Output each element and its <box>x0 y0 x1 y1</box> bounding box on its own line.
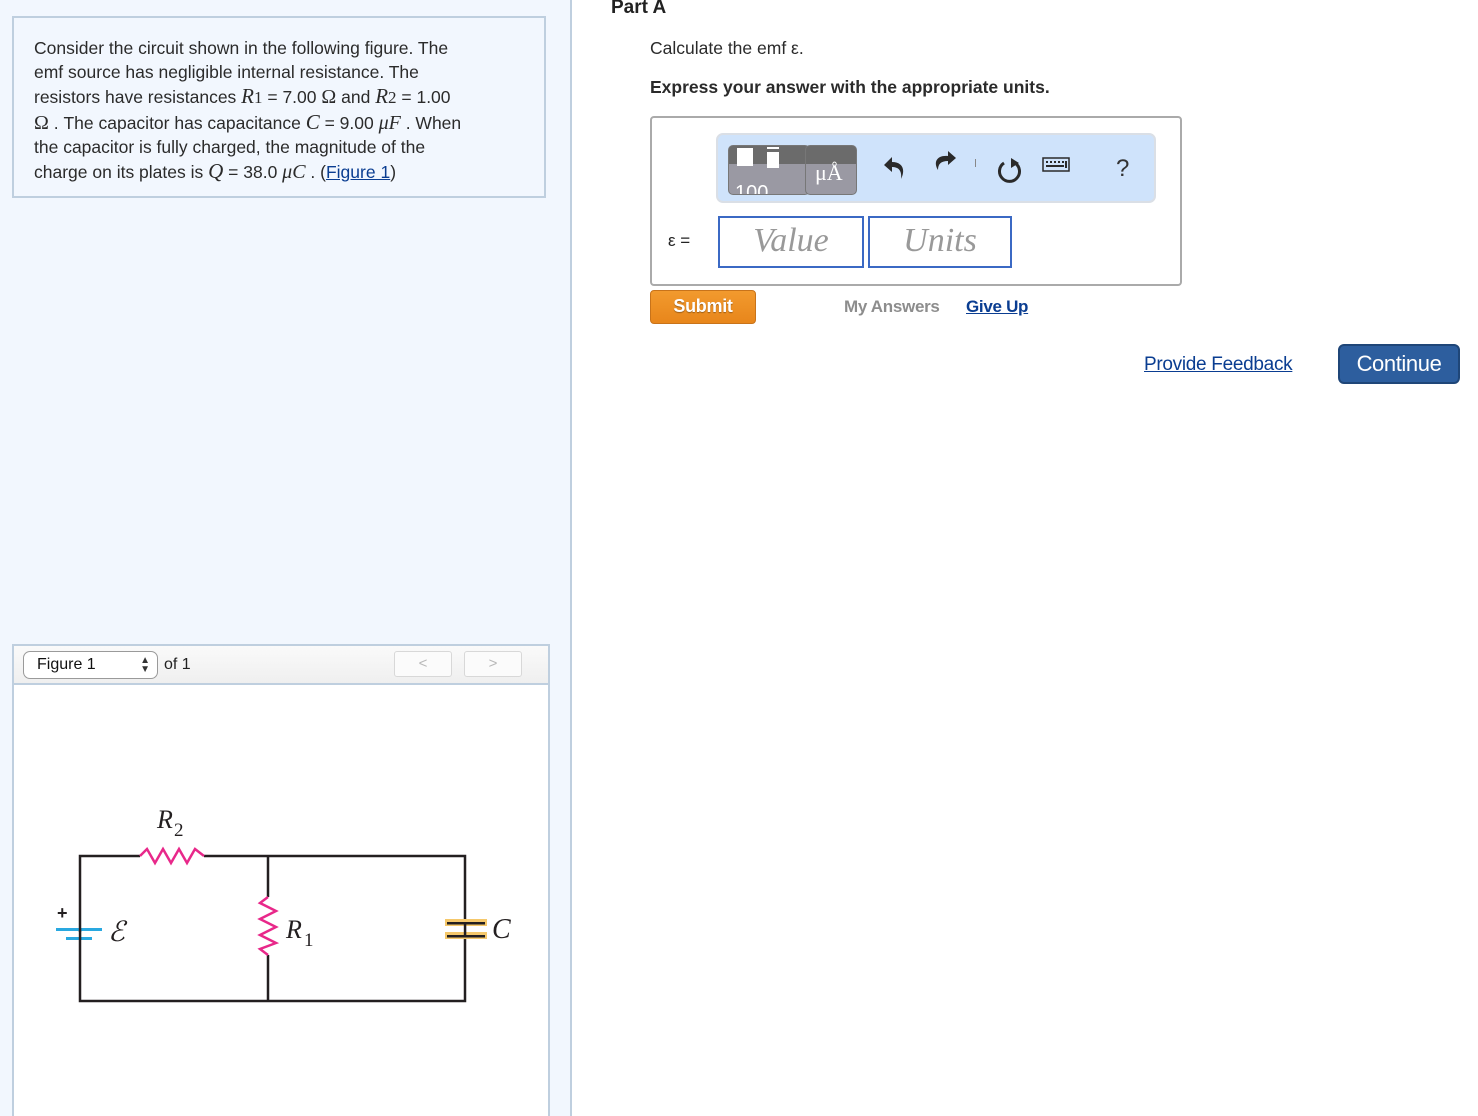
r2-label: R <box>156 805 173 834</box>
select-arrows-icon: ▲ ▼ <box>140 655 150 675</box>
figure-select[interactable]: Figure 1 ▲ ▼ <box>23 651 158 679</box>
give-up-link[interactable]: Give Up <box>966 297 1028 317</box>
r1-subscript: 1 <box>304 930 314 951</box>
ohm-symbol: Ω <box>321 86 337 108</box>
figure-link[interactable]: Figure 1 <box>326 162 390 182</box>
r1-label: R <box>285 915 302 944</box>
battery-emf <box>56 928 102 940</box>
help-icon[interactable]: ? <box>1116 155 1129 183</box>
question-prompt: Calculate the emf ε. <box>650 38 804 58</box>
redo-icon[interactable] <box>932 149 958 173</box>
math-toolbar: 100 μÅ ? <box>716 133 1156 203</box>
problem-line-6: charge on its plates is Q = 38.0 μC . (F… <box>34 159 397 183</box>
wire-top-mid <box>204 854 467 923</box>
templates-button[interactable]: 100 <box>728 145 810 195</box>
value-input[interactable]: Value <box>718 216 864 268</box>
emf-label: ℰ <box>108 917 128 948</box>
plus-label: + <box>57 903 68 923</box>
problem-panel: Consider the circuit shown in the follow… <box>0 0 572 1116</box>
r2-symbol: R <box>375 84 389 108</box>
reset-icon[interactable] <box>996 157 1024 185</box>
problem-line-1: Consider the circuit shown in the follow… <box>34 38 449 58</box>
figure-count: of 1 <box>164 656 191 673</box>
problem-line-4: Ω . The capacitor has capacitance C = 9.… <box>34 110 462 134</box>
problem-statement: Consider the circuit shown in the follow… <box>12 16 546 198</box>
resistor-r1 <box>257 896 280 956</box>
q-symbol: Q <box>208 159 224 183</box>
capacitor <box>445 919 487 939</box>
figure-viewer: Figure 1 ▲ ▼ of 1 < > + ℰ R 2 R 1 C <box>12 644 550 1116</box>
variable-label: ε = <box>668 231 691 250</box>
provide-feedback-link[interactable]: Provide Feedback <box>1144 354 1293 376</box>
circuit-diagram: + ℰ R 2 R 1 C <box>56 805 511 1003</box>
resistor-r2 <box>139 846 205 866</box>
undo-icon[interactable] <box>882 153 908 181</box>
units-icon: μÅ <box>815 160 843 185</box>
problem-line-2: emf source has negligible internal resis… <box>34 62 419 82</box>
answer-instruction: Express your answer with the appropriate… <box>650 77 1050 97</box>
continue-button[interactable]: Continue <box>1338 344 1460 384</box>
r1-symbol: R <box>241 84 254 108</box>
c-symbol: C <box>305 110 320 134</box>
problem-line-3: resistors have resistances R1 = 7.00 Ω a… <box>34 84 451 108</box>
part-title: Part A <box>611 0 667 18</box>
wire-right-bottom <box>78 937 467 1003</box>
units-input[interactable]: Units <box>868 216 1012 268</box>
keyboard-icon[interactable] <box>1042 157 1070 173</box>
r2-subscript: 2 <box>174 820 184 841</box>
submit-button[interactable]: Submit <box>650 290 756 324</box>
units-button[interactable]: μÅ <box>805 145 857 195</box>
figure-toolbar: Figure 1 ▲ ▼ of 1 < > <box>14 646 548 685</box>
c-label: C <box>492 914 511 945</box>
answer-box: 100 μÅ ? ε = Value Units <box>650 116 1182 286</box>
next-figure-button[interactable]: > <box>464 651 522 677</box>
prev-figure-button[interactable]: < <box>394 651 452 677</box>
my-answers-label: My Answers <box>844 297 940 316</box>
templates-icon <box>737 148 753 166</box>
problem-line-5: the capacitor is fully charged, the magn… <box>34 137 426 157</box>
toolbar-divider <box>975 159 976 167</box>
